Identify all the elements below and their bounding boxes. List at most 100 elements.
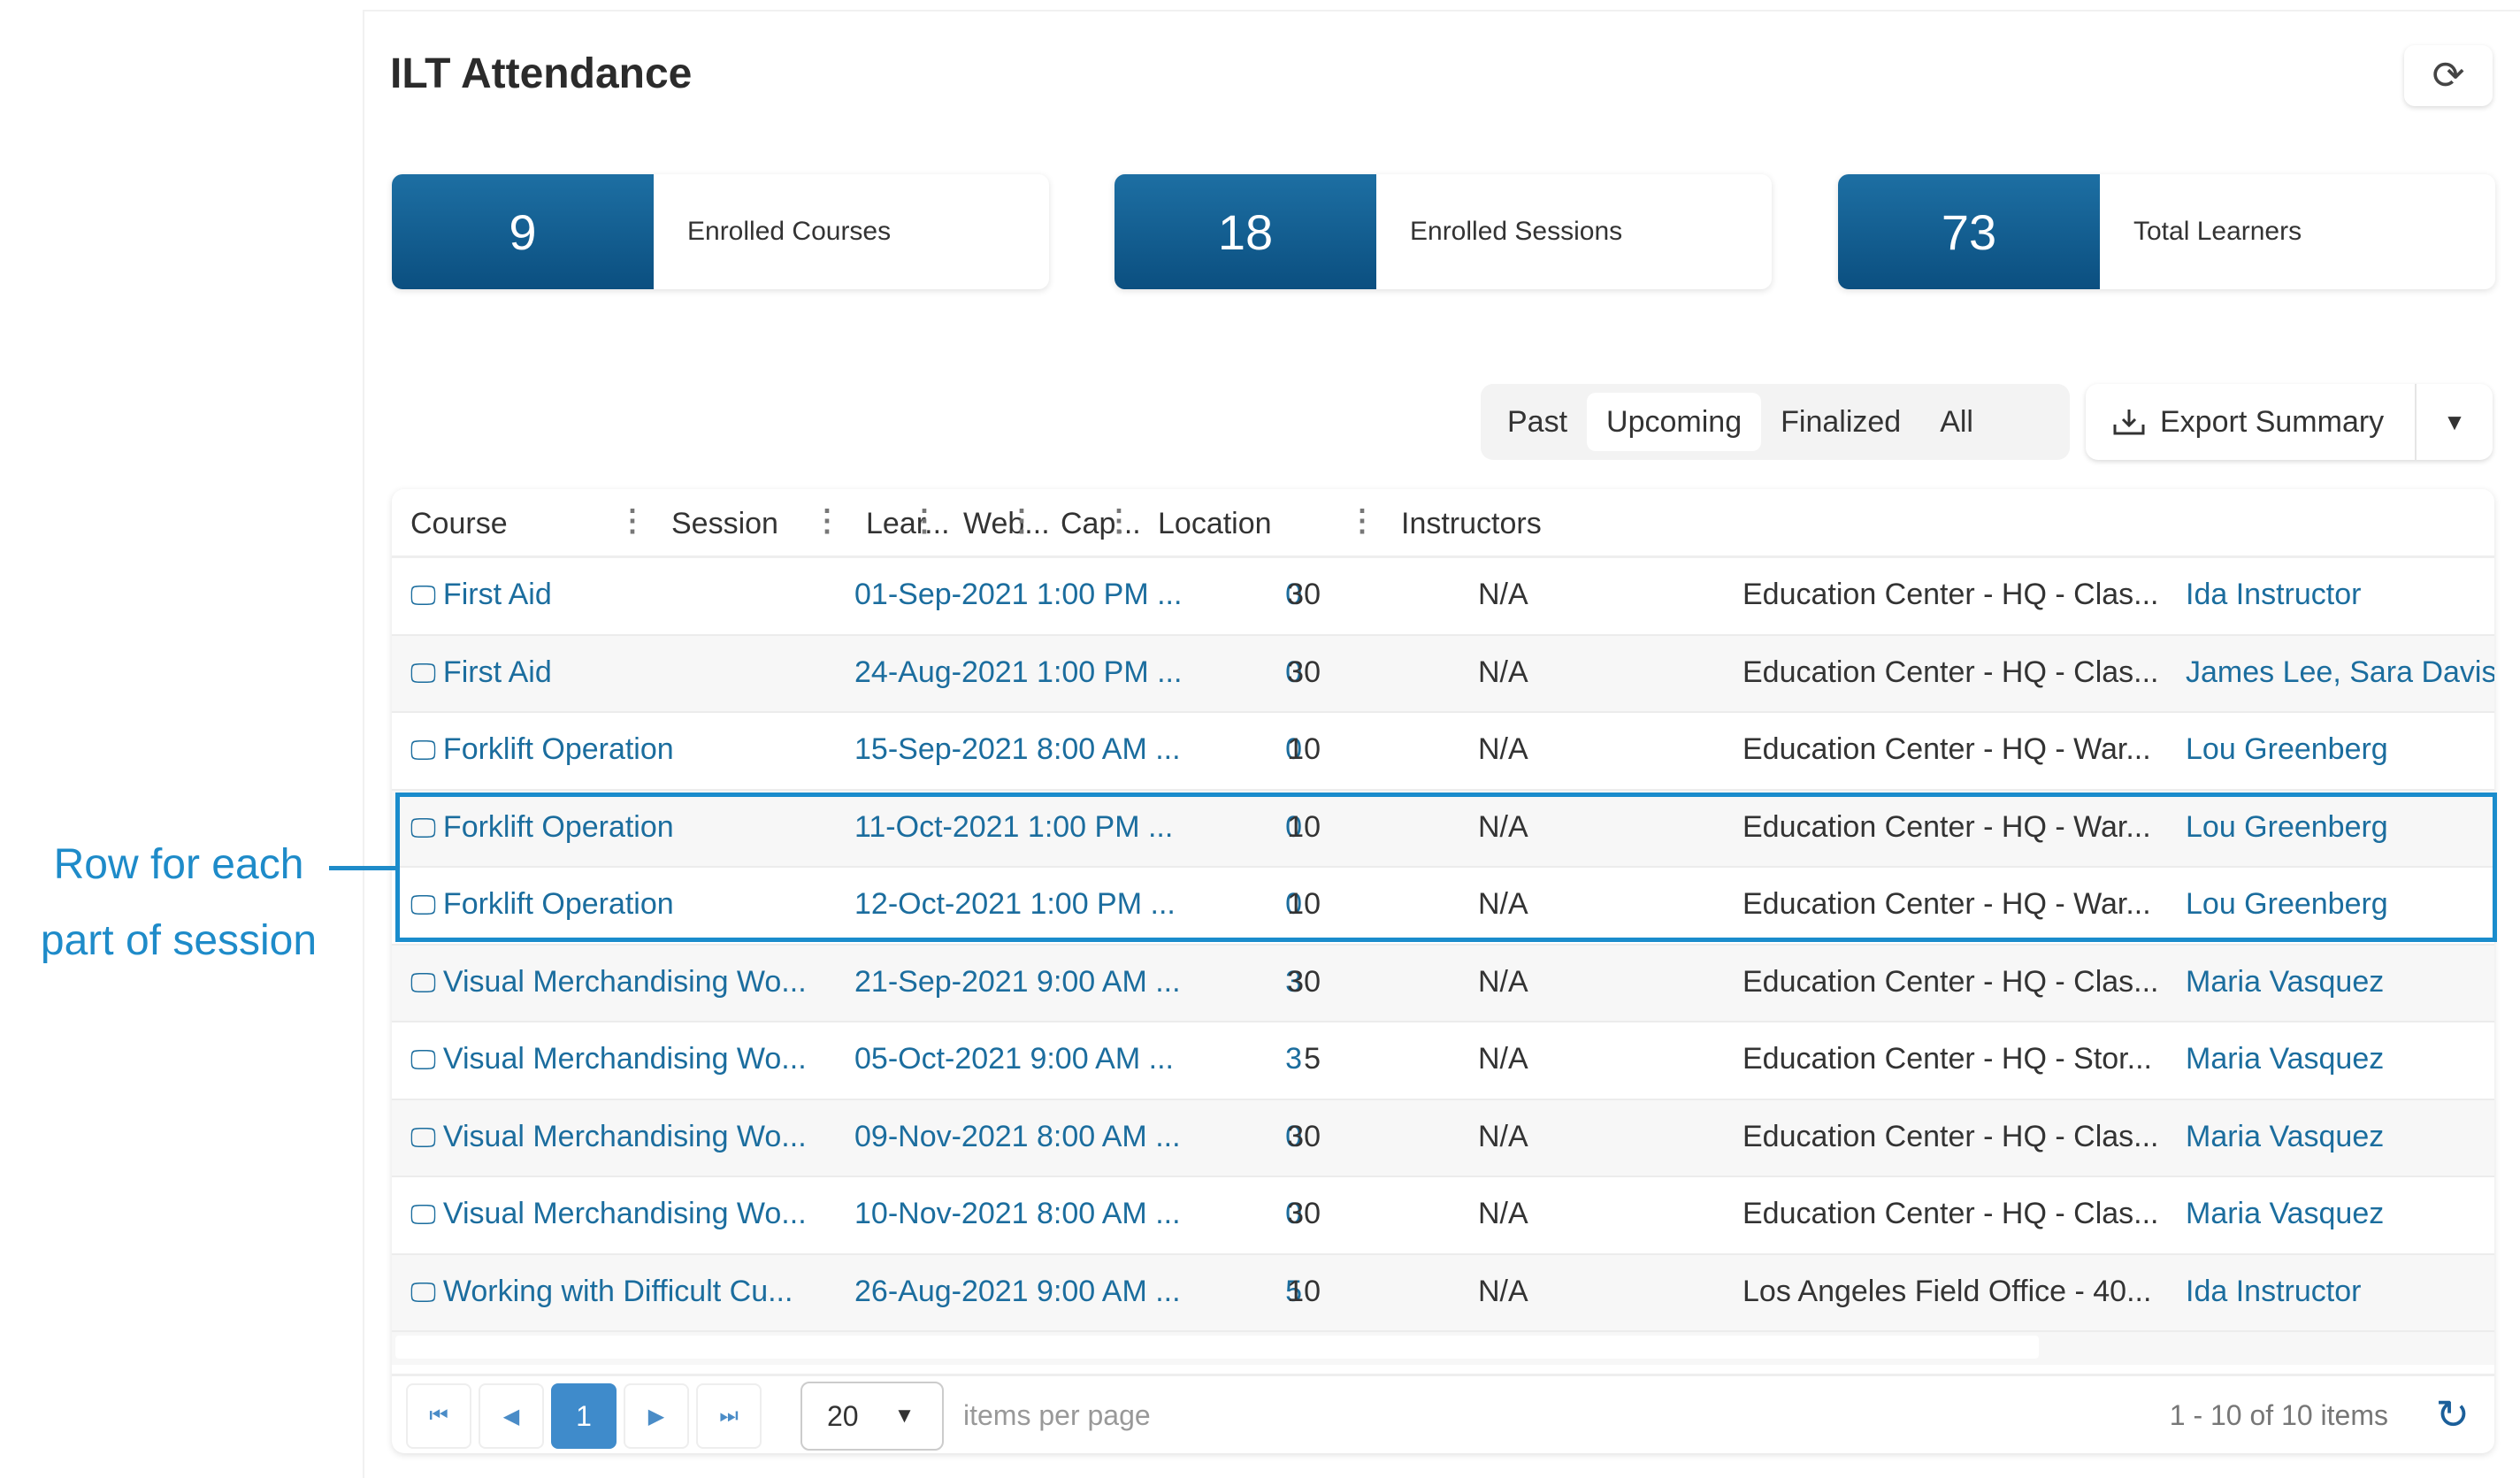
highlight-box [395,793,2497,942]
capacity-value: 10 [1287,1274,1321,1308]
course-name: Visual Merchandising Wo... [442,964,807,999]
course-link[interactable]: 🖵 Visual Merchandising Wo... [410,1197,807,1231]
export-summary-label: Export Summary [2160,404,2385,439]
column-header[interactable]: Instructors [1401,507,1542,541]
pagination: ⏮ ◀ 1 ▶ ⏭ 20 ▼ items per page 1 - 10 of 1… [392,1374,2494,1453]
session-link[interactable]: 01-Sep-2021 1:00 PM ... [854,578,1182,612]
course-name: Visual Merchandising Wo... [442,1197,807,1230]
course-link[interactable]: 🖵 First Aid [410,655,552,690]
column-header[interactable]: Course [410,507,508,541]
refresh-button[interactable]: ⟳ [2404,45,2493,106]
webinar-value: N/A [1478,1119,1528,1153]
first-page-button[interactable]: ⏮ [406,1383,471,1449]
course-link[interactable]: 🖵 First Aid [410,578,552,612]
stat-label: Enrolled Sessions [1410,217,1623,246]
column-menu-icon[interactable]: ⋮ [1347,503,1377,539]
column-header[interactable]: Session [671,507,778,541]
classroom-icon: 🖵 [410,1200,436,1229]
session-link[interactable]: 21-Sep-2021 9:00 AM ... [854,965,1181,999]
prev-page-button[interactable]: ◀ [479,1383,544,1449]
session-link[interactable]: 10-Nov-2021 8:00 AM ... [854,1197,1181,1231]
session-link[interactable]: 09-Nov-2021 8:00 AM ... [854,1120,1181,1154]
webinar-value: N/A [1478,964,1528,999]
reload-button[interactable]: ↻ [2435,1390,2470,1438]
location-value: Education Center - HQ - Clas... [1743,964,2159,999]
column-menu-icon[interactable]: ⋮ [617,503,647,539]
page-1-button[interactable]: 1 [551,1383,617,1449]
filter-tab-finalized[interactable]: Finalized [1761,393,1920,451]
export-options-dropdown[interactable]: ▼ [2417,409,2493,436]
instructors-link[interactable]: Ida Instructor [2186,578,2361,612]
learners-count-link[interactable]: 3 [1285,1042,1302,1076]
annotation-connector [329,866,399,870]
classroom-icon: 🖵 [410,736,436,765]
next-page-button[interactable]: ▶ [624,1383,689,1449]
page-size-select[interactable]: 20 ▼ [800,1382,944,1451]
location-value: Education Center - HQ - Clas... [1743,655,2159,689]
capacity-value: 30 [1287,1119,1321,1153]
scrollbar-thumb[interactable] [395,1336,2039,1359]
instructors-link[interactable]: James Lee, Sara Davis [2186,655,2494,690]
instructors-link[interactable]: Maria Vasquez [2186,965,2384,999]
instructors-link[interactable]: Maria Vasquez [2186,1197,2384,1231]
table-body: 🖵 First Aid 01-Sep-2021 1:00 PM ... 0 N/A 30 E… [392,558,2494,1332]
prev-page-icon: ◀ [502,1404,520,1428]
stat-total-learners: 73 Total Learners [1838,174,2495,289]
classroom-icon: 🖵 [410,581,436,610]
refresh-icon: ↻ [2435,1391,2470,1437]
instructors-link[interactable]: Maria Vasquez [2186,1042,2384,1076]
location-value: Education Center - HQ - Clas... [1743,578,2159,611]
instructors-link[interactable]: Ida Instructor [2186,1275,2361,1309]
attendance-table: Course ⋮ Session ⋮ Lear... ⋮ Web... ⋮ Cap... ⋮ Loc… [392,489,2494,1453]
instructors-link[interactable]: Maria Vasquez [2186,1120,2384,1154]
classroom-icon: 🖵 [410,1277,436,1307]
filter-tab-upcoming[interactable]: Upcoming [1587,393,1762,451]
column-header[interactable]: Location [1158,507,1272,541]
location-value: Los Angeles Field Office - 40... [1743,1274,2152,1308]
classroom-icon: 🖵 [410,968,436,998]
capacity-value: 30 [1287,1197,1321,1230]
stat-value: 9 [392,174,654,289]
course-link[interactable]: 🖵 Working with Difficult Cu... [410,1275,793,1309]
course-name: First Aid [442,578,552,611]
webinar-value: N/A [1478,732,1528,766]
horizontal-scrollbar[interactable] [392,1332,2494,1365]
capacity-value: 30 [1287,578,1321,611]
instructors-link[interactable]: Lou Greenberg [2186,732,2388,767]
column-menu-icon[interactable]: ⋮ [812,503,842,539]
location-value: Education Center - HQ - Clas... [1743,1119,2159,1153]
session-link[interactable]: 26-Aug-2021 9:00 AM ... [854,1275,1181,1309]
course-link[interactable]: 🖵 Forklift Operation [410,732,674,767]
items-per-page-label: items per page [963,1399,1151,1431]
column-menu-icon[interactable]: ⋮ [1007,503,1037,539]
session-link[interactable]: 24-Aug-2021 1:00 PM ... [854,655,1182,690]
session-link[interactable]: 15-Sep-2021 8:00 AM ... [854,732,1181,767]
stat-enrolled-sessions: 18 Enrolled Sessions [1114,174,1772,289]
course-link[interactable]: 🖵 Visual Merchandising Wo... [410,965,807,999]
stat-value: 18 [1114,174,1376,289]
course-link[interactable]: 🖵 Visual Merchandising Wo... [410,1120,807,1154]
course-name: First Aid [442,655,552,689]
next-page-icon: ▶ [647,1404,665,1428]
filter-tab-all[interactable]: All [1920,393,1993,451]
table-row: 🖵 Visual Merchandising Wo... 21-Sep-2021 9… [392,945,2494,1022]
stat-value: 73 [1838,174,2100,289]
location-value: Education Center - HQ - War... [1743,732,2151,766]
capacity-value: 30 [1287,655,1321,689]
session-link[interactable]: 05-Oct-2021 9:00 AM ... [854,1042,1174,1076]
table-row: 🖵 Forklift Operation 15-Sep-2021 8:00 AM .… [392,713,2494,791]
caret-down-icon: ▼ [893,1404,915,1428]
export-summary-button[interactable]: Export Summary [2086,384,2417,460]
column-menu-icon[interactable]: ⋮ [1104,503,1134,539]
capacity-value: 10 [1287,732,1321,766]
column-menu-icon[interactable]: ⋮ [909,503,939,539]
course-name: Visual Merchandising Wo... [442,1042,807,1076]
last-page-button[interactable]: ⏭ [696,1383,762,1449]
stat-label: Total Learners [2133,217,2302,246]
table-row: 🖵 First Aid 01-Sep-2021 1:00 PM ... 0 N/A 30 E… [392,558,2494,636]
webinar-value: N/A [1478,1042,1528,1076]
filter-tab-past[interactable]: Past [1488,393,1587,451]
location-value: Education Center - HQ - Stor... [1743,1042,2152,1076]
course-link[interactable]: 🖵 Visual Merchandising Wo... [410,1042,807,1076]
webinar-value: N/A [1478,578,1528,611]
